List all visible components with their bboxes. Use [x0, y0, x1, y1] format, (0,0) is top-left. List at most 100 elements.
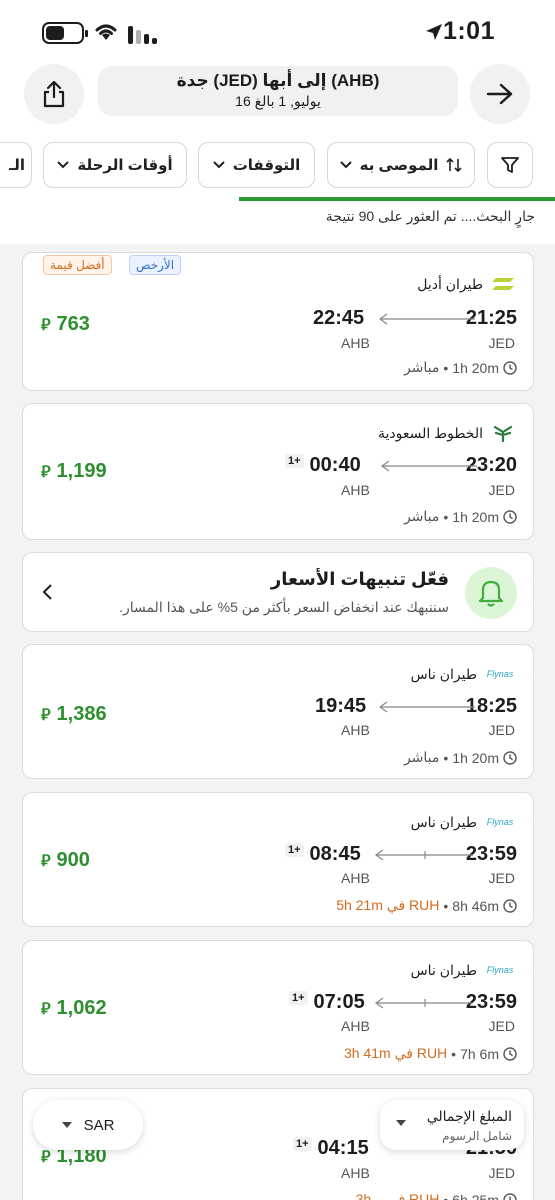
chevron-down-icon [339, 161, 352, 169]
riyal-icon: ⃁ [41, 1148, 51, 1166]
arrival-code: AHB [341, 1165, 370, 1181]
price-alert-subtitle: سننبهك عند انخفاض السعر بأكثر من 5% على … [119, 599, 449, 615]
departure-code: JED [488, 1018, 515, 1034]
price-value: 763 [56, 313, 90, 335]
arrival-code: AHB [341, 482, 370, 498]
airline: طيران أديل [417, 275, 515, 293]
arrival-time-value: 22:45 [313, 307, 365, 329]
route-arrow-icon [374, 997, 473, 1009]
cellular-signal-icon [128, 24, 158, 44]
airline-name: الخطوط السعودية [377, 424, 483, 441]
share-icon [43, 80, 65, 108]
price-value: 1,199 [56, 460, 107, 482]
times-label: أوقات الرحلة [77, 157, 173, 174]
route-title: جدة (JED) إلى أبها (AHB) [176, 71, 380, 90]
route-subtitle: 16 يوليو, 1 بالغ [235, 93, 321, 109]
status-bar: 1:01 [0, 0, 555, 64]
price: ⃁ 1,386 [41, 703, 107, 726]
price-display-selector[interactable]: المبلغ الإجمالي شامل الرسوم [380, 1100, 524, 1150]
departure-code: JED [488, 482, 515, 498]
next-day-badge: 1+ [289, 991, 308, 1005]
flight-card[interactable]: Flynas طيران ناس 23:59 1+ 07:05 JED AHB 3… [22, 940, 534, 1075]
flight-card[interactable]: أفضل قيمة الأرخص طيران أديل 21:25 22:45 … [22, 252, 534, 391]
filter-bar: الموصى به التوقفات أوقات الرحلة الـ [0, 142, 555, 190]
funnel-icon [501, 157, 519, 173]
sort-dropdown[interactable]: الموصى به [327, 142, 475, 188]
arrival-time: 1+ 07:05 [289, 991, 365, 1014]
stops-text: 3h 41m في RUH [343, 1045, 448, 1061]
route-summary[interactable]: جدة (JED) إلى أبها (AHB) 16 يوليو, 1 بال… [98, 66, 458, 116]
price: ⃁ 900 [41, 849, 90, 872]
next-day-badge: 1+ [285, 843, 304, 857]
riyal-icon: ⃁ [41, 852, 51, 870]
currency-selector[interactable]: SAR [33, 1100, 143, 1150]
flight-meta: مباشر • 1h 20m [404, 359, 517, 376]
departure-code: JED [488, 1165, 515, 1181]
arrival-time-value: 07:05 [313, 991, 365, 1013]
filter-button[interactable] [487, 142, 533, 188]
airline-name: طيران أديل [417, 275, 483, 292]
more-filter-chip[interactable]: الـ [0, 142, 32, 188]
flyadeal-logo-icon [491, 275, 515, 293]
flight-meta: مباشر • 1h 20m [404, 749, 517, 766]
route-arrow-icon [380, 460, 477, 472]
airline-name: طيران ناس [410, 813, 477, 830]
flight-card[interactable]: Flynas طيران ناس 18:25 19:45 JED AHB مبا… [22, 644, 534, 779]
duration-text: 1h 20m [452, 508, 499, 525]
more-filter-label: الـ [9, 157, 25, 174]
flight-meta: مباشر • 1h 20m [404, 508, 517, 525]
price: ⃁ 763 [41, 313, 90, 336]
airline: Flynas طيران ناس [411, 961, 515, 979]
riyal-icon: ⃁ [41, 316, 51, 334]
flynas-logo-icon: Flynas [486, 669, 514, 679]
riyal-icon: ⃁ [41, 1000, 51, 1018]
airline-name: طيران ناس [410, 961, 477, 978]
caret-down-icon [61, 1122, 72, 1128]
flight-card[interactable]: الخطوط السعودية 23:20 1+ 00:40 JED AHB مب… [22, 403, 534, 540]
duration-text: 7h 6m [460, 1045, 499, 1062]
arrival-time-value: 08:45 [309, 843, 361, 865]
stops-text: 3h .. في RUH [355, 1191, 440, 1200]
arrival-code: AHB [341, 335, 370, 351]
duration-text: 8h 46m [452, 897, 499, 914]
price-alert-title: فعّل تنبيهات الأسعار [270, 569, 449, 589]
arrival-time: 19:45 [315, 695, 366, 718]
airline-name: طيران ناس [410, 665, 477, 682]
route-arrow-icon [374, 849, 473, 861]
total-price-subtitle: شامل الرسوم [442, 1129, 512, 1143]
bell-icon [465, 567, 517, 619]
arrival-time: 22:45 [313, 307, 364, 330]
forward-button[interactable] [470, 64, 530, 124]
arrival-time-value: 00:40 [309, 454, 361, 476]
share-button[interactable] [24, 64, 84, 124]
arrival-time-value: 19:45 [315, 695, 367, 717]
arrival-time: 1+ 08:45 [285, 843, 361, 866]
riyal-icon: ⃁ [41, 463, 51, 481]
duration-text: 1h 20m [452, 359, 499, 376]
stops-label: التوقفات [232, 157, 301, 174]
sort-arrows-icon [446, 157, 462, 173]
clock-icon [503, 750, 517, 765]
price-alert-card[interactable]: فعّل تنبيهات الأسعار سننبهك عند انخفاض ا… [22, 552, 534, 632]
total-price-label: المبلغ الإجمالي [426, 1108, 512, 1124]
airline: Flynas طيران ناس [411, 665, 515, 683]
search-progress-bar [0, 197, 555, 201]
chevron-down-icon [212, 161, 225, 169]
next-day-badge: 1+ [293, 1137, 312, 1151]
arrow-right-icon [486, 83, 513, 105]
flight-card[interactable]: Flynas طيران ناس 23:59 1+ 08:45 JED AHB 5… [22, 792, 534, 927]
sort-label: الموصى به [359, 157, 439, 174]
arrival-code: AHB [341, 870, 370, 886]
clock-icon [503, 898, 517, 913]
search-header: جدة (JED) إلى أبها (AHB) 16 يوليو, 1 بال… [0, 64, 555, 244]
arrival-time: 1+ 04:15 [293, 1137, 369, 1160]
airline: الخطوط السعودية [378, 424, 515, 442]
clock-icon [503, 360, 517, 375]
stops-text: مباشر [403, 359, 440, 375]
stops-dropdown[interactable]: التوقفات [198, 142, 315, 188]
times-dropdown[interactable]: أوقات الرحلة [43, 142, 187, 188]
price: ⃁ 1,062 [41, 997, 107, 1020]
search-progress-fill [238, 197, 555, 201]
arrival-code: AHB [341, 1018, 370, 1034]
search-status-text: جارٍ البحث.... تم العثور على 90 نتيجة [325, 208, 535, 224]
